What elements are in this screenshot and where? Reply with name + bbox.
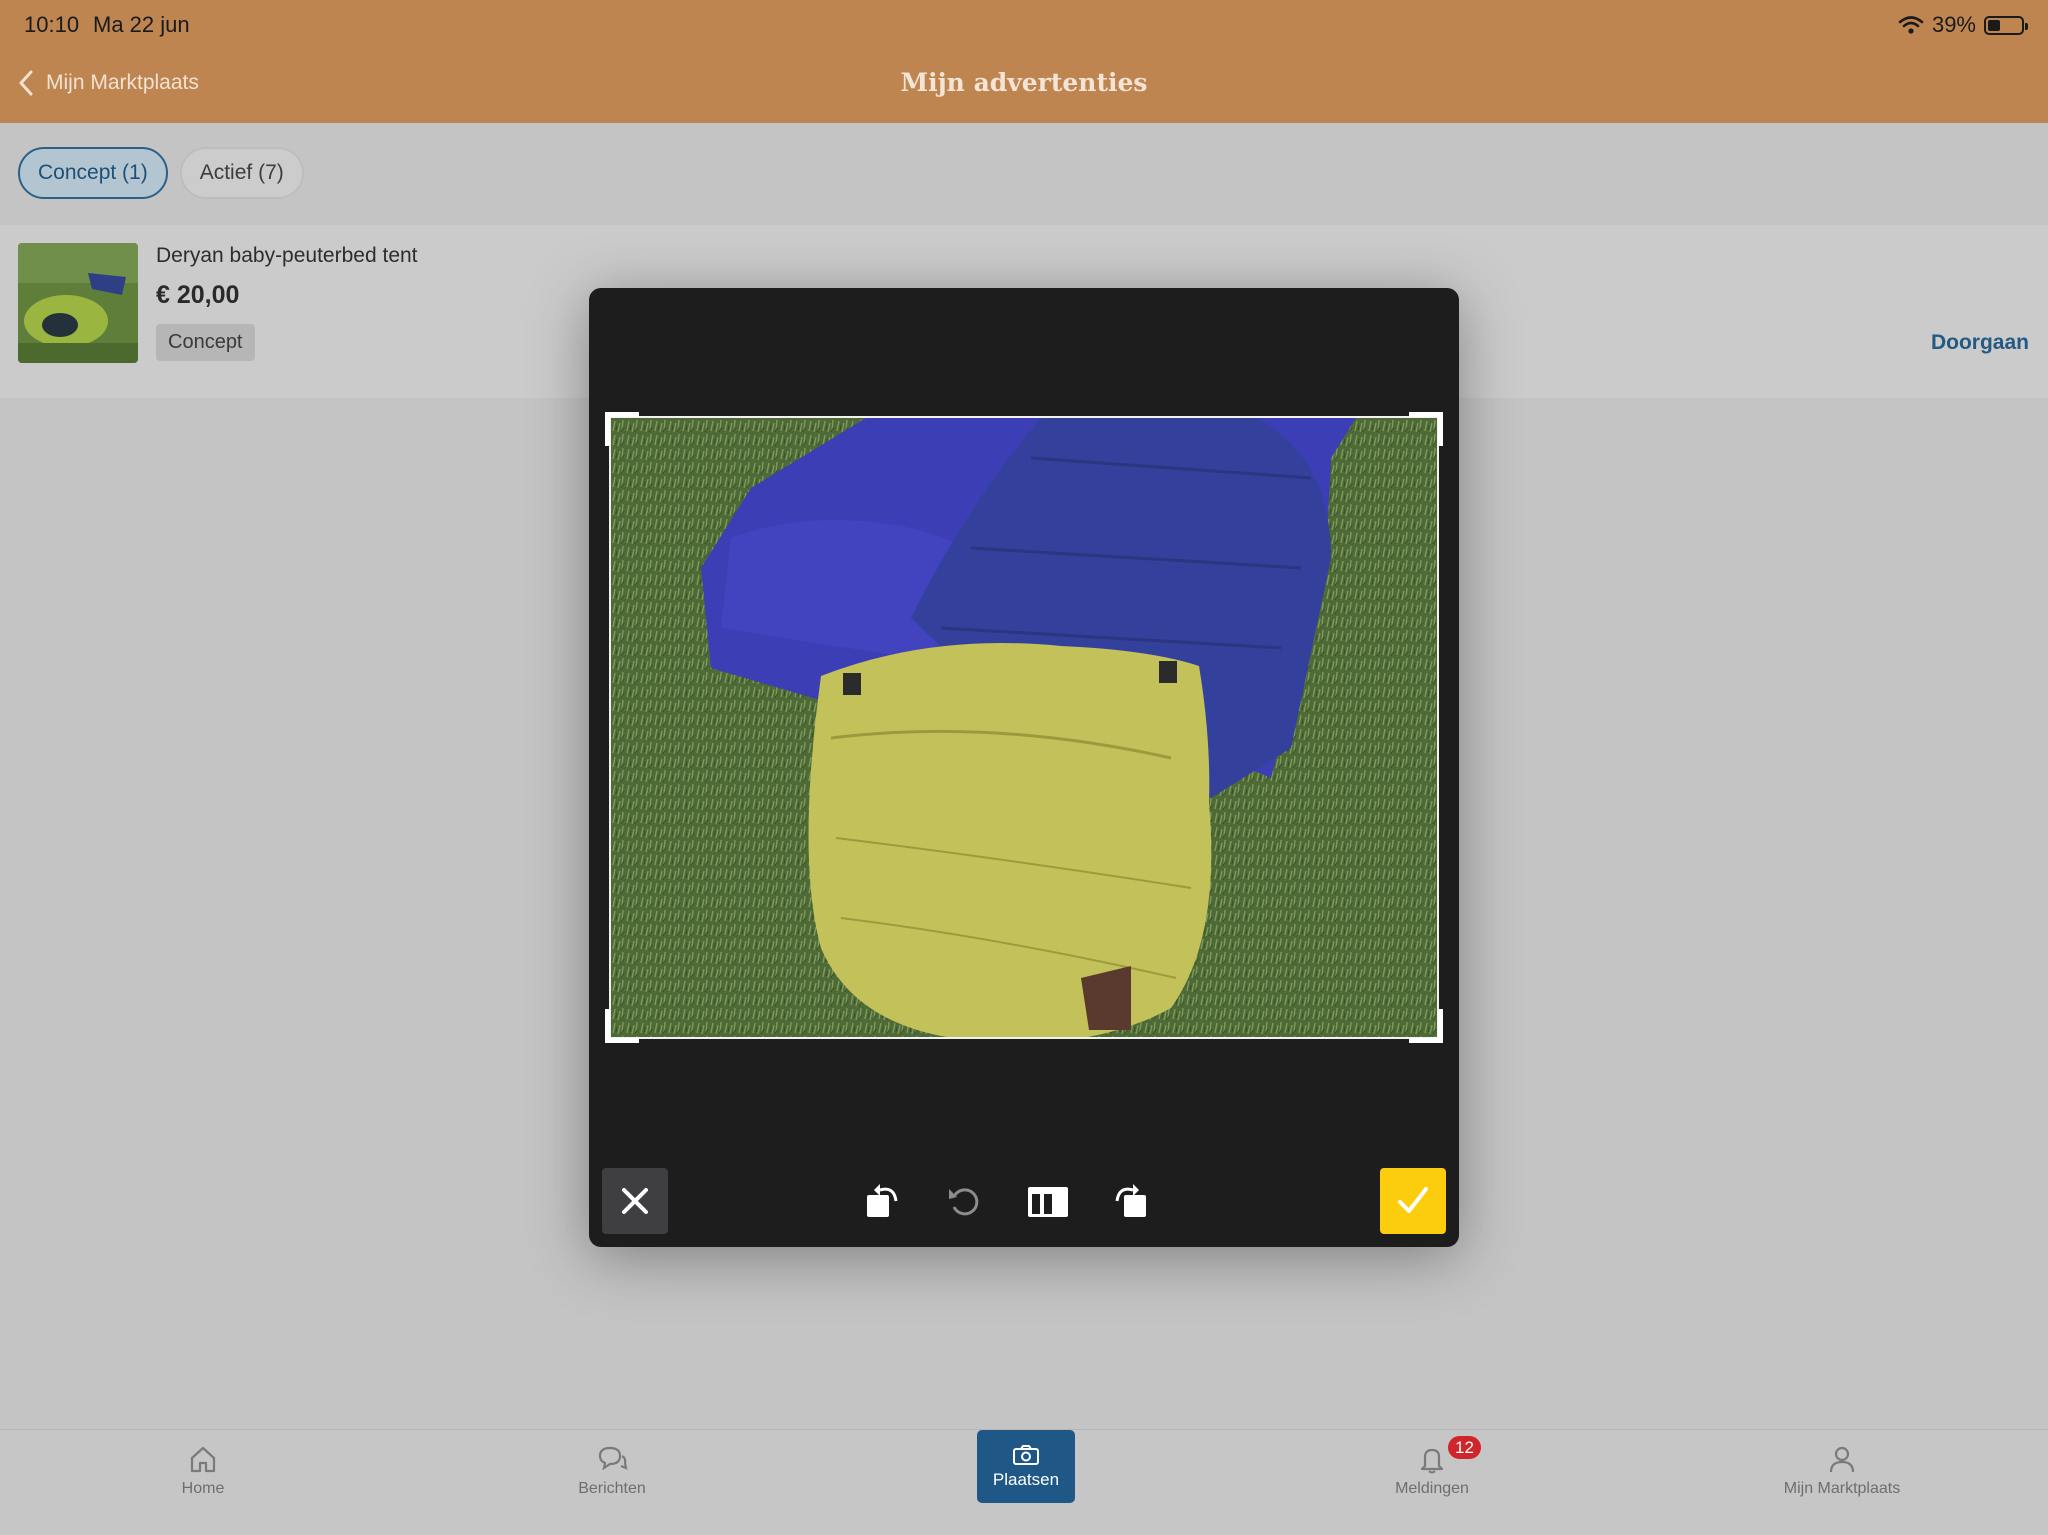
place-ad-button[interactable]: Plaatsen: [977, 1430, 1075, 1503]
page-title: Mijn advertenties: [900, 68, 1148, 97]
battery-fill: [1988, 19, 2000, 31]
cancel-button[interactable]: [602, 1168, 668, 1234]
rotate-right-button[interactable]: [1098, 1168, 1164, 1234]
status-badge: Concept: [156, 324, 255, 361]
aspect-ratio-icon: [1028, 1187, 1068, 1217]
photo-editor-dialog: [589, 288, 1459, 1247]
listing-tabs: Concept (1) Actief (7): [18, 147, 304, 199]
crop-area[interactable]: [609, 416, 1439, 1039]
nav-home[interactable]: Home: [93, 1444, 313, 1498]
status-date: Ma 22 jun: [93, 12, 190, 37]
crop-handle-bottom-left[interactable]: [605, 1009, 639, 1043]
tab-concept[interactable]: Concept (1): [18, 147, 168, 199]
reset-button[interactable]: [932, 1168, 998, 1234]
chat-icon: [598, 1446, 628, 1471]
nav-account-label: Mijn Marktplaats: [1783, 1480, 1901, 1497]
notification-count-badge: 12: [1446, 1434, 1483, 1461]
top-bar: 10:10 Ma 22 jun 39% Mijn Marktplaats Mij…: [0, 0, 2048, 123]
crop-handle-top-left[interactable]: [605, 412, 639, 446]
rotate-right-icon: [1115, 1184, 1146, 1217]
nav-messages-label: Berichten: [578, 1480, 646, 1497]
wifi-icon: [1898, 16, 1924, 34]
close-icon: [622, 1188, 648, 1214]
crop-handle-bottom-right[interactable]: [1409, 1009, 1443, 1043]
photo-preview: [611, 418, 1437, 1037]
battery-icon: [1984, 15, 2028, 35]
rotate-left-icon: [867, 1184, 898, 1217]
bottom-navigation: Home Berichten Plaatsen 12 Meldingen Mij…: [0, 1429, 2048, 1535]
rotate-left-button[interactable]: [849, 1168, 915, 1234]
nav-home-label: Home: [181, 1480, 225, 1497]
camera-icon: [1013, 1444, 1039, 1465]
battery-percent: 39%: [1931, 12, 1976, 37]
place-ad-label: Plaatsen: [992, 1469, 1060, 1489]
user-icon: [1829, 1446, 1855, 1473]
listing-thumbnail: [18, 243, 138, 363]
check-icon: [1398, 1187, 1428, 1213]
tab-active[interactable]: Actief (7): [179, 147, 304, 199]
confirm-button[interactable]: [1380, 1168, 1446, 1234]
nav-notifications-label: Meldingen: [1395, 1480, 1469, 1497]
continue-link[interactable]: Doorgaan: [1931, 331, 2029, 355]
home-icon: [190, 1446, 216, 1473]
listing-price: € 20,00: [156, 281, 240, 309]
nav-account[interactable]: Mijn Marktplaats: [1732, 1444, 1952, 1498]
nav-messages[interactable]: Berichten: [502, 1444, 722, 1498]
nav-notifications[interactable]: 12 Meldingen: [1322, 1434, 1542, 1498]
bell-icon: [1420, 1448, 1444, 1474]
status-time: 10:10: [24, 12, 80, 37]
crop-handle-top-right[interactable]: [1409, 412, 1443, 446]
listing-title: Deryan baby-peuterbed tent: [156, 244, 418, 267]
reset-icon: [949, 1188, 979, 1216]
status-indicators: 39%: [1898, 12, 2028, 38]
aspect-ratio-button[interactable]: [1015, 1168, 1081, 1234]
